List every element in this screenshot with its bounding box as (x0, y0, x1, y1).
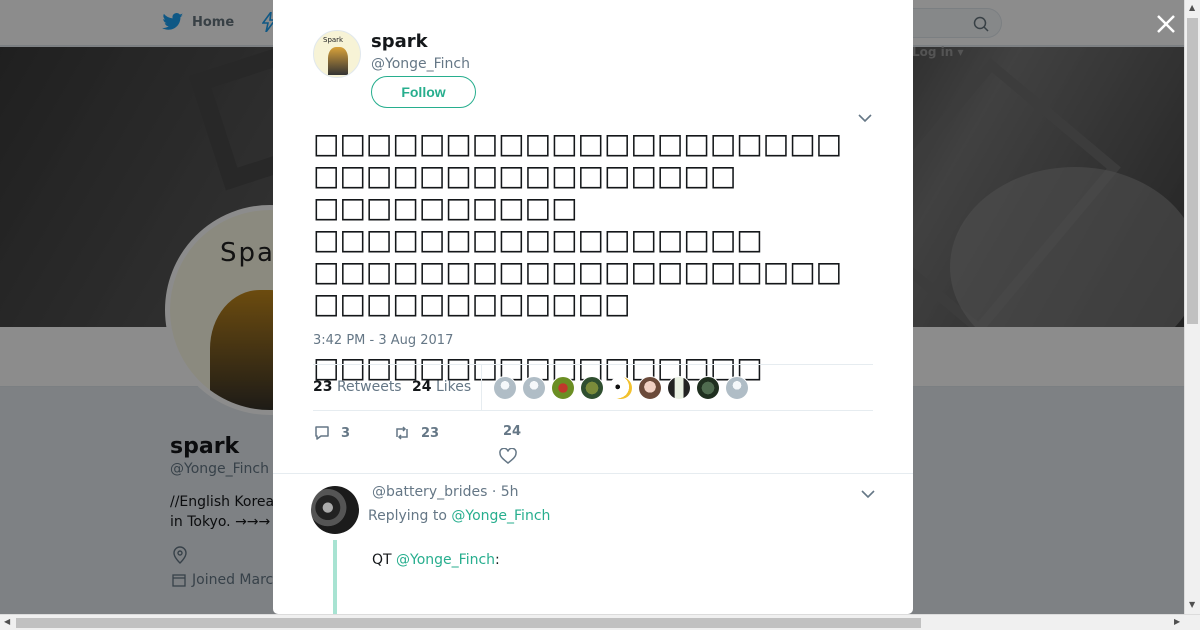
scroll-up-arrow-icon[interactable]: ▲ (1189, 3, 1195, 12)
thread-line (333, 540, 337, 614)
qt-mention-link[interactable]: @Yonge_Finch (396, 552, 495, 568)
likers-list (493, 376, 749, 400)
vertical-scrollbar[interactable]: ▲ ▼ (1184, 0, 1200, 614)
replying-to-link[interactable]: @Yonge_Finch (451, 508, 550, 524)
retweets-stat[interactable]: 23 Retweets (313, 379, 402, 395)
liker-avatar[interactable] (725, 376, 749, 400)
heart-icon[interactable] (499, 448, 517, 464)
chevron-down-icon[interactable] (860, 488, 876, 500)
like-count: 24 (503, 424, 522, 439)
replying-to: Replying to @Yonge_Finch (368, 508, 550, 524)
qt-prefix: QT (372, 552, 392, 568)
tweet-text-line: □□□□□□□□□□□□□□□□□□□□□□□□□□□□□□□□ (313, 255, 843, 320)
reply-icon (315, 426, 329, 440)
tweet-modal: Spark spark @Yonge_Finch Follow □□□□□□□□… (273, 0, 913, 614)
liker-avatar[interactable] (667, 376, 691, 400)
liker-avatar[interactable] (609, 376, 633, 400)
liker-avatar[interactable] (551, 376, 575, 400)
liker-avatar[interactable] (522, 376, 546, 400)
reply-author-handle[interactable]: @battery_brides · 5h (372, 484, 519, 500)
reply-text: QT @Yonge_Finch: (372, 552, 500, 568)
author-name[interactable]: spark (371, 31, 428, 52)
scroll-left-arrow-icon[interactable]: ◀ (4, 617, 10, 626)
retweets-count: 23 (313, 379, 333, 395)
retweets-label: Retweets (336, 379, 402, 395)
scroll-down-arrow-icon[interactable]: ▼ (1189, 600, 1195, 609)
scrollbar-thumb[interactable] (1187, 18, 1198, 324)
reply-count: 3 (341, 425, 351, 441)
retweet-icon (396, 426, 408, 440)
tweet-text-line: □□□□□□□□□□ (313, 191, 578, 224)
horizontal-scrollbar[interactable]: ◀ ▶ (0, 614, 1200, 630)
follow-button[interactable]: Follow (371, 76, 476, 108)
likes-stat[interactable]: 24 Likes (412, 379, 471, 395)
tweet-stats: 23 Retweets 24 Likes (313, 364, 873, 411)
tweet-text-line: □□□□□□□□□□□□□□□□□ (313, 223, 763, 256)
retweet-count: 23 (421, 425, 440, 441)
like-count-label: 24 (503, 424, 521, 439)
liker-avatar[interactable] (580, 376, 604, 400)
author-avatar[interactable]: Spark (313, 30, 361, 78)
likes-label: Likes (435, 379, 472, 395)
reply-button[interactable]: 3 (313, 424, 350, 442)
replying-prefix: Replying to (368, 508, 447, 524)
tweet-text-line: □□□□□□□□□□□□□□□□□□□□□□□□□□□□□□□□□□□□ (313, 127, 843, 192)
tweet-timestamp[interactable]: 3:42 PM - 3 Aug 2017 (313, 333, 453, 348)
scroll-right-arrow-icon[interactable]: ▶ (1174, 617, 1180, 626)
retweet-button[interactable]: 23 (393, 424, 439, 442)
likes-count: 24 (412, 379, 432, 395)
scrollbar-thumb[interactable] (16, 618, 921, 628)
tweet-actions: 3 23 24 (313, 420, 873, 470)
liker-avatar[interactable] (493, 376, 517, 400)
chevron-down-icon[interactable] (857, 112, 873, 124)
reply-author-avatar[interactable] (311, 486, 359, 534)
close-icon[interactable] (1154, 12, 1178, 36)
qt-suffix: : (495, 552, 500, 568)
liker-avatar[interactable] (638, 376, 662, 400)
author-handle[interactable]: @Yonge_Finch (371, 56, 470, 72)
liker-avatar[interactable] (696, 376, 720, 400)
author-avatar-text: Spark (323, 36, 344, 44)
